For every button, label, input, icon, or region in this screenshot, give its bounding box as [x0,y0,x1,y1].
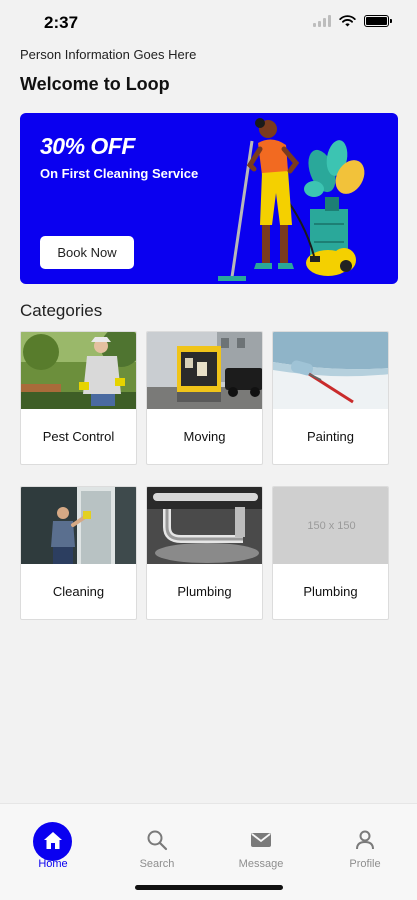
book-now-button[interactable]: Book Now [40,236,134,269]
promo-banner[interactable]: 30% OFF On First Cleaning Service Book N… [20,113,398,284]
search-icon [147,830,168,851]
tab-message[interactable]: Message [221,804,301,884]
placeholder-image: 150 x 150 [273,487,388,564]
battery-icon [364,15,392,27]
tab-label-home: Home [38,858,68,870]
category-label: Painting [307,429,354,444]
status-icons [313,15,392,27]
category-card-painting[interactable]: Painting [272,331,389,465]
welcome-heading: Welcome to Loop [20,74,170,94]
moving-truck-photo [147,332,262,409]
category-card-cleaning[interactable]: Cleaning [20,486,137,620]
category-label: Plumbing [177,584,232,599]
category-label: Moving [183,429,226,444]
status-bar: 2:37 [0,0,417,44]
person-icon [356,830,374,850]
category-label: Pest Control [42,429,115,444]
home-icon [44,832,62,849]
category-label: Plumbing [303,584,358,599]
window-cleaning-photo [21,487,136,564]
banner-title: 30% OFF [40,133,135,159]
category-card-pest-control[interactable]: Pest Control [20,331,137,465]
paint-roller-photo [273,332,388,409]
tab-label-profile: Profile [349,858,381,870]
home-indicator[interactable] [135,885,283,890]
person-information: Person Information Goes Here [20,47,197,62]
tab-home[interactable]: Home [13,804,93,884]
cellular-signal-icon [313,15,331,27]
gardener-photo [21,332,136,409]
cleaning-woman-illustration [218,118,365,281]
tab-label-message: Message [238,858,284,870]
wifi-icon [339,15,356,27]
tab-profile[interactable]: Profile [325,804,405,884]
tab-label-search: Search [139,858,175,870]
tab-search[interactable]: Search [117,804,197,884]
categories-heading: Categories [20,301,103,320]
category-card-plumbing[interactable]: Plumbing [146,486,263,620]
status-time: 2:37 [44,13,79,32]
envelope-icon [251,833,271,847]
category-card-moving[interactable]: Moving [146,331,263,465]
category-card-plumbing-placeholder[interactable]: 150 x 150 Plumbing [272,486,389,620]
sink-faucet-photo [147,487,262,564]
category-label: Cleaning [52,584,105,599]
banner-subtitle: On First Cleaning Service [40,166,199,181]
